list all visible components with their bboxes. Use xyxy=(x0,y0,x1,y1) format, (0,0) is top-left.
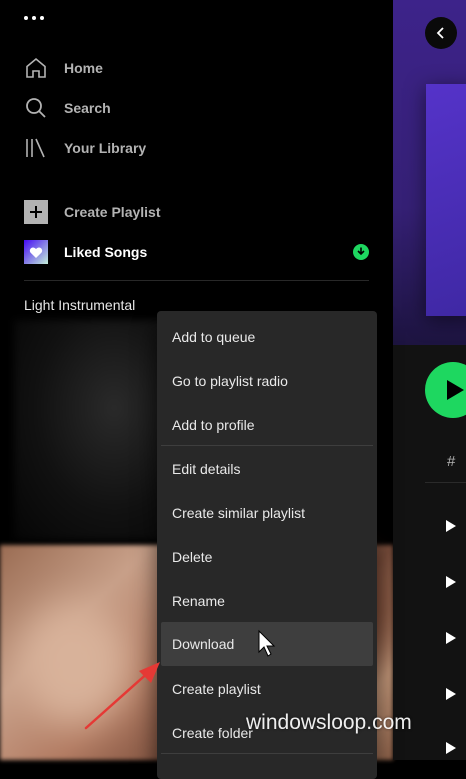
menu-item-rename[interactable]: Rename xyxy=(161,579,373,623)
chevron-left-icon xyxy=(436,27,444,39)
home-icon xyxy=(26,57,46,78)
track-play-icon[interactable] xyxy=(446,742,456,754)
nav-your-library[interactable]: Your Library xyxy=(24,136,146,160)
nav-home-label: Home xyxy=(64,60,103,76)
nav-home[interactable]: Home xyxy=(24,56,103,80)
menu-separator xyxy=(161,445,373,446)
track-number-header: # xyxy=(447,453,456,470)
sidebar-playlist-light-instrumental[interactable]: Light Instrumental xyxy=(24,297,135,313)
track-play-icon[interactable] xyxy=(446,520,456,532)
menu-separator xyxy=(161,753,373,754)
plus-icon xyxy=(24,200,48,224)
search-icon xyxy=(26,98,46,118)
watermark-text: windowsloop.com xyxy=(246,711,412,734)
downloaded-icon xyxy=(353,244,369,260)
nav-search-label: Search xyxy=(64,100,111,116)
context-menu: Add to queue Go to playlist radio Add to… xyxy=(157,311,377,779)
nav-search[interactable]: Search xyxy=(24,96,111,120)
sidebar-divider xyxy=(24,280,369,281)
track-play-icon[interactable] xyxy=(446,632,456,644)
more-options-icon[interactable] xyxy=(24,16,44,20)
library-icon xyxy=(26,138,45,158)
back-button[interactable] xyxy=(425,17,457,49)
main-view: # xyxy=(393,0,466,760)
menu-item-delete[interactable]: Delete xyxy=(161,535,373,579)
menu-item-create-similar-playlist[interactable]: Create similar playlist xyxy=(161,491,373,535)
nav-your-library-label: Your Library xyxy=(64,140,147,156)
menu-item-create-playlist[interactable]: Create playlist xyxy=(161,667,373,711)
heart-icon xyxy=(24,240,48,264)
menu-item-edit-details[interactable]: Edit details xyxy=(161,447,373,491)
create-playlist-button[interactable]: Create Playlist xyxy=(24,200,161,224)
playlist-cover xyxy=(426,84,466,316)
play-button[interactable] xyxy=(425,362,466,418)
menu-item-add-to-queue[interactable]: Add to queue xyxy=(161,315,373,359)
track-play-icon[interactable] xyxy=(446,688,456,700)
menu-item-go-to-playlist-radio[interactable]: Go to playlist radio xyxy=(161,359,373,403)
play-icon xyxy=(447,380,464,400)
track-play-icon[interactable] xyxy=(446,576,456,588)
menu-item-add-to-profile[interactable]: Add to profile xyxy=(161,403,373,447)
tracklist-divider xyxy=(425,482,466,483)
menu-item-download[interactable]: Download xyxy=(161,622,373,666)
liked-songs-label: Liked Songs xyxy=(64,244,148,260)
create-playlist-label: Create Playlist xyxy=(64,204,161,220)
liked-songs-item[interactable]: Liked Songs xyxy=(24,240,147,264)
